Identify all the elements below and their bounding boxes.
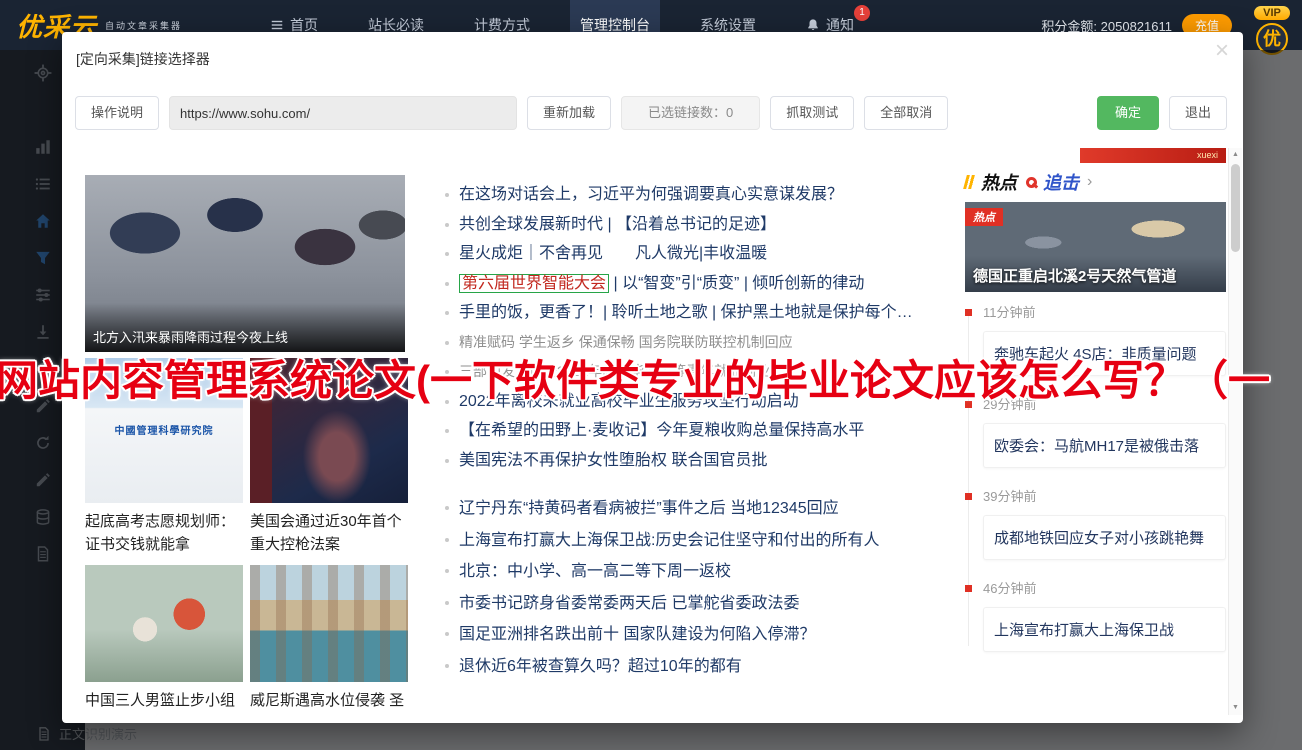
- card-image-label: 中國管理科學研究院: [85, 422, 243, 437]
- news-link[interactable]: 共创全球发展新时代 | 【沿着总书记的足迹】: [443, 210, 958, 240]
- timeline-link[interactable]: 欧委会：马航MH17是被俄击落: [983, 423, 1226, 468]
- timeline-item: 29分钟前欧委会：马航MH17是被俄击落: [965, 398, 1226, 468]
- notification-badge: 1: [854, 5, 870, 21]
- logo-tagline: 自动文章采集器: [105, 19, 182, 32]
- news-link[interactable]: 辽宁丹东“持黄码者看病被拦”事件之后 当地12345回应: [443, 493, 958, 525]
- dialog-toolbar: 操作说明 重新加载 已选链接数：0 抓取测试 全部取消 确定 退出: [75, 96, 1227, 130]
- hero-photo[interactable]: 北方入汛来暴雨降雨过程今夜上线: [85, 175, 405, 352]
- card-caption: 美国会通过近30年首个重大控枪法案: [250, 510, 408, 556]
- card-caption: 中国三人男篮止步小组赛: [85, 689, 243, 715]
- news-link[interactable]: 北京：中小学、高一高二等下周一返校: [443, 556, 958, 588]
- timeline-link[interactable]: 上海宣布打赢大上海保卫战: [983, 607, 1226, 652]
- magnifier-icon: [1026, 177, 1037, 188]
- exit-button[interactable]: 退出: [1169, 96, 1227, 130]
- embedded-page: xuexi 北方入汛来暴雨降雨过程今夜上线 在这场对话会上，习近平为何强调要真心…: [75, 148, 1228, 715]
- hot-topics-header[interactable]: 热点 追击 ›: [965, 170, 1226, 194]
- promo-banner[interactable]: xuexi: [1080, 148, 1226, 163]
- reload-button[interactable]: 重新加载: [527, 96, 611, 130]
- hot-title: 热点: [981, 169, 1017, 195]
- scroll-down-arrow[interactable]: ▼: [1229, 701, 1242, 715]
- news-link[interactable]: 第六届世界智能大会 | 以“智变”引“质变” | 倾听创新的律动: [443, 269, 958, 299]
- scroll-up-arrow[interactable]: ▲: [1229, 148, 1242, 162]
- grab-test-button[interactable]: 抓取测试: [770, 96, 854, 130]
- timeline-time: 46分钟前: [983, 582, 1226, 596]
- hamburger-icon: [270, 18, 284, 32]
- timeline-item: 46分钟前上海宣布打赢大上海保卫战: [965, 582, 1226, 652]
- help-button[interactable]: 操作说明: [75, 96, 159, 130]
- news-link[interactable]: 市委书记跻身省委常委两天后 已掌舵省委政法委: [443, 588, 958, 620]
- card-image: [250, 565, 408, 682]
- hot-title-accent: 追击: [1043, 169, 1079, 195]
- news-link[interactable]: 退休近6年被查算久吗？超过10年的都有: [443, 651, 958, 683]
- vip-badge: VIP: [1254, 6, 1290, 20]
- selected-link-box[interactable]: 第六届世界智能大会: [459, 274, 609, 293]
- card-caption: 起底高考志愿规划师：证书交钱就能拿: [85, 510, 243, 556]
- hot-tag: 热点: [965, 208, 1003, 226]
- news-list-secondary: 辽宁丹东“持黄码者看病被拦”事件之后 当地12345回应上海宣布打赢大上海保卫战…: [443, 493, 958, 682]
- overlay-caption: 网站内容管理系统论文(一下软件类专业的毕业论文应该怎么写？（一: [0, 347, 1302, 408]
- news-link[interactable]: 星火成炬｜不舍再见 凡人微光|丰收温暖: [443, 239, 958, 269]
- url-input[interactable]: [169, 96, 517, 130]
- scrollbar-thumb[interactable]: [1231, 164, 1240, 252]
- timeline-time: 11分钟前: [983, 306, 1226, 320]
- hot-topics-panel: 热点 追击 › 热点 德国正重启北溪2号天然气管道 11分钟前奔驰车起火 4S店…: [965, 170, 1226, 674]
- hero-caption: 北方入汛来暴雨降雨过程今夜上线: [85, 303, 405, 352]
- timeline-time: 39分钟前: [983, 490, 1226, 504]
- news-list-primary: 在这场对话会上，习近平为何强调要真心实意谋发展？共创全球发展新时代 | 【沿着总…: [443, 180, 958, 475]
- feature-card[interactable]: 威尼斯遇高水位侵袭 圣: [250, 565, 408, 712]
- close-icon[interactable]: ×: [1215, 39, 1229, 63]
- feature-card[interactable]: 中国三人男篮止步小组赛: [85, 565, 243, 715]
- news-link[interactable]: 上海宣布打赢大上海保卫战:历史会记住坚守和付出的所有人: [443, 525, 958, 557]
- page-scrollbar[interactable]: ▲ ▼: [1228, 148, 1242, 715]
- selected-count: 已选链接数：0: [621, 96, 760, 130]
- news-link[interactable]: 在这场对话会上，习近平为何强调要真心实意谋发展？: [443, 180, 958, 210]
- hot-image-caption: 德国正重启北溪2号天然气管道: [973, 265, 1176, 286]
- card-caption: 威尼斯遇高水位侵袭 圣: [250, 689, 408, 712]
- news-link[interactable]: 美国宪法不再保护女性堕胎权 联合国官员批: [443, 446, 958, 476]
- corner-account: VIP 优: [1246, 3, 1298, 55]
- bell-icon: [806, 18, 820, 32]
- news-link[interactable]: 【在希望的田野上·麦收记】今年夏粮收购总量保持高水平: [443, 416, 958, 446]
- timeline-link[interactable]: 成都地铁回应女子对小孩跳艳舞: [983, 515, 1226, 560]
- card-image: [85, 565, 243, 682]
- confirm-button[interactable]: 确定: [1097, 96, 1159, 130]
- timeline-item: 39分钟前成都地铁回应女子对小孩跳艳舞: [965, 490, 1226, 560]
- news-link[interactable]: 国足亚洲排名跌出前十 国家队建设为何陷入停滞？: [443, 619, 958, 651]
- dialog-title: [定向采集]链接选择器: [76, 49, 210, 69]
- news-link[interactable]: 手里的饭，更香了！| 聆听土地之歌 | 保护黑土地就是保护每个…: [443, 298, 958, 328]
- hot-bars-icon: [963, 175, 977, 189]
- hot-topic-image[interactable]: 热点 德国正重启北溪2号天然气管道: [965, 202, 1226, 292]
- cancel-all-button[interactable]: 全部取消: [864, 96, 948, 130]
- chevron-right-icon: ›: [1087, 173, 1092, 191]
